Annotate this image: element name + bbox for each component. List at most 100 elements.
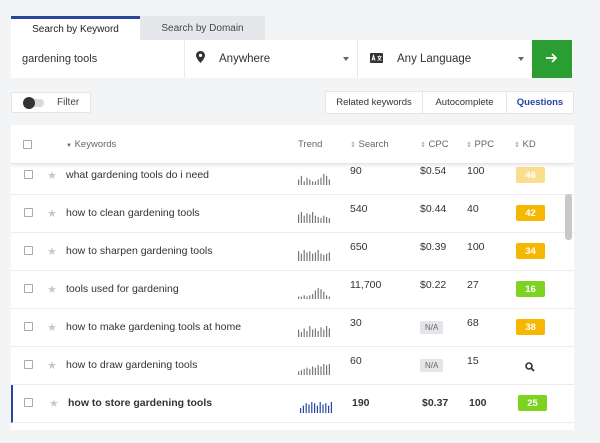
search-volume: 90 (350, 165, 362, 177)
star-icon[interactable]: ★ (49, 397, 59, 410)
search-volume: 650 (350, 241, 368, 253)
keyword-text[interactable]: how to draw gardening tools (66, 359, 197, 371)
keyword-text[interactable]: how to clean gardening tools (66, 207, 200, 219)
trend-bar (309, 326, 311, 337)
table-header: ▼ Keywords Trend ⇕ Search ⇕ CPC ⇕ PPC ⇕ … (11, 125, 574, 164)
tab-search-by-keyword[interactable]: Search by Keyword (11, 16, 140, 40)
keywords-column-header[interactable]: ▼ Keywords (66, 139, 116, 150)
table-row[interactable]: ★ how to sharpen gardening tools 650 $0.39 1… (11, 233, 574, 271)
tab-related-keywords[interactable]: Related keywords (326, 92, 423, 113)
star-icon[interactable]: ★ (47, 169, 57, 182)
location-select[interactable]: Anywhere (184, 40, 357, 78)
kd-badge: 25 (518, 395, 547, 411)
kd-column-header[interactable]: ⇕ KD (514, 139, 536, 150)
star-icon[interactable]: ★ (47, 321, 57, 334)
row-checkbox[interactable] (24, 360, 33, 369)
trend-bar (325, 403, 327, 413)
trend-bar (317, 250, 319, 261)
table-scrollbar[interactable] (565, 194, 572, 240)
trend-bar (320, 253, 322, 261)
trend-bar (317, 179, 319, 185)
filter-toggle[interactable]: Filter (11, 92, 91, 113)
search-icon[interactable] (525, 359, 535, 377)
sort-icon: ⇕ (420, 142, 426, 149)
trend-bar (312, 366, 314, 375)
trend-bar (314, 328, 316, 337)
trend-bar (316, 405, 318, 413)
table-body: ★ what gardening tools do i need 90 $0.54 10… (11, 157, 574, 423)
search-submit-button[interactable] (532, 40, 572, 78)
trend-bar (300, 408, 302, 413)
keyword-text[interactable]: tools used for gardening (66, 283, 179, 295)
tab-questions[interactable]: Questions (507, 92, 573, 113)
trend-bar (320, 177, 322, 185)
star-icon[interactable]: ★ (47, 207, 57, 220)
select-all-checkbox[interactable] (23, 140, 32, 149)
ppc-value: 100 (467, 165, 485, 177)
trend-bar (328, 296, 330, 299)
trend-bar (330, 402, 332, 413)
table-row[interactable]: ★ how to clean gardening tools 540 $0.44 40 4… (11, 195, 574, 233)
trend-bar (309, 179, 311, 185)
search-column-header[interactable]: ⇕ Search (350, 139, 389, 150)
trend-bar (311, 402, 313, 413)
keyword-text[interactable]: how to store gardening tools (68, 397, 212, 409)
trend-bar (298, 179, 300, 185)
trend-bar (328, 252, 330, 261)
trend-bar (300, 175, 302, 185)
trend-sparkline (298, 212, 330, 223)
trend-bar (309, 214, 311, 223)
trend-bar (309, 295, 311, 299)
row-checkbox[interactable] (24, 246, 33, 255)
table-row[interactable]: ★ how to make gardening tools at home 30 N/… (11, 309, 574, 347)
ppc-column-header[interactable]: ⇕ PPC (466, 139, 494, 150)
cpc-na-badge: N/A (420, 359, 444, 372)
trend-bar (303, 295, 305, 299)
cpc-column-header[interactable]: ⇕ CPC (420, 139, 449, 150)
table-row[interactable]: ★ how to draw gardening tools 60 N/A 15 (11, 347, 574, 385)
toggle-switch[interactable] (23, 96, 44, 109)
trend-bar (312, 253, 314, 261)
trend-sparkline (298, 174, 330, 185)
search-mode-tabs: Search by Keyword Search by Domain (11, 16, 265, 40)
trend-bar (300, 332, 302, 337)
keyword-text[interactable]: how to sharpen gardening tools (66, 245, 213, 257)
trend-sparkline (300, 402, 332, 413)
language-value: Any Language (397, 53, 472, 65)
keyword-input[interactable] (11, 40, 184, 78)
trend-bar (328, 405, 330, 413)
trend-bar (317, 365, 319, 375)
keyword-type-tabs: Related keywords Autocomplete Questions (325, 91, 574, 114)
row-checkbox[interactable] (24, 170, 33, 179)
trend-bar (328, 218, 330, 223)
table-row[interactable]: ★ tools used for gardening 11,700 $0.22 27 16 (11, 271, 574, 309)
keyword-text[interactable]: how to make gardening tools at home (66, 321, 241, 333)
keywords-table: ▼ Keywords Trend ⇕ Search ⇕ CPC ⇕ PPC ⇕ … (11, 125, 574, 430)
tab-autocomplete[interactable]: Autocomplete (423, 92, 507, 113)
row-checkbox[interactable] (24, 398, 33, 407)
trend-bar (326, 365, 328, 375)
row-checkbox[interactable] (24, 284, 33, 293)
trend-bar (314, 215, 316, 223)
star-icon[interactable]: ★ (47, 283, 57, 296)
star-icon[interactable]: ★ (47, 245, 57, 258)
filter-label: Filter (57, 97, 80, 108)
trend-bar (306, 296, 308, 299)
keyword-text[interactable]: what gardening tools do i need (66, 169, 209, 181)
trend-bar (326, 326, 328, 337)
row-checkbox[interactable] (24, 208, 33, 217)
trend-bar (326, 175, 328, 185)
trend-bar (306, 367, 308, 375)
arrow-right-icon (546, 50, 558, 68)
trend-bar (320, 366, 322, 375)
table-row[interactable]: ★ how to store gardening tools 190 $0.37 100… (11, 385, 574, 423)
search-bar: Anywhere Any Language (11, 40, 573, 78)
trend-bar (317, 216, 319, 223)
language-select[interactable]: Any Language (357, 40, 532, 78)
trend-bar (303, 368, 305, 375)
chevron-down-icon (518, 57, 524, 61)
trend-column-header: Trend (298, 139, 323, 150)
tab-search-by-domain[interactable]: Search by Domain (140, 16, 265, 40)
star-icon[interactable]: ★ (47, 359, 57, 372)
row-checkbox[interactable] (24, 322, 33, 331)
